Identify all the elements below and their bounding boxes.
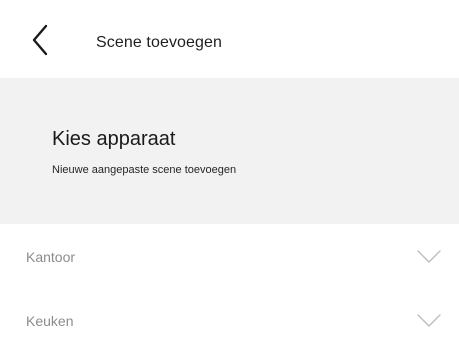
back-button[interactable] [22, 20, 62, 60]
page-title: Scene toevoegen [96, 34, 223, 51]
select-device-banner: Kies apparaat Nieuwe aangepaste scene to… [0, 78, 459, 224]
chevron-down-icon [417, 250, 441, 264]
chevron-down-icon [417, 314, 441, 328]
room-label: Keuken [26, 313, 74, 329]
chevron-left-icon [32, 24, 48, 56]
banner-title: Kies apparaat [52, 128, 176, 150]
top-bar: Scene toevoegen [0, 0, 459, 78]
room-label: Kantoor [26, 249, 76, 265]
banner-subtitle: Nieuwe aangepaste scene toevoegen [52, 164, 237, 176]
room-row-kantoor[interactable]: Kantoor [0, 226, 459, 288]
room-row-keuken[interactable]: Keuken [0, 290, 459, 352]
